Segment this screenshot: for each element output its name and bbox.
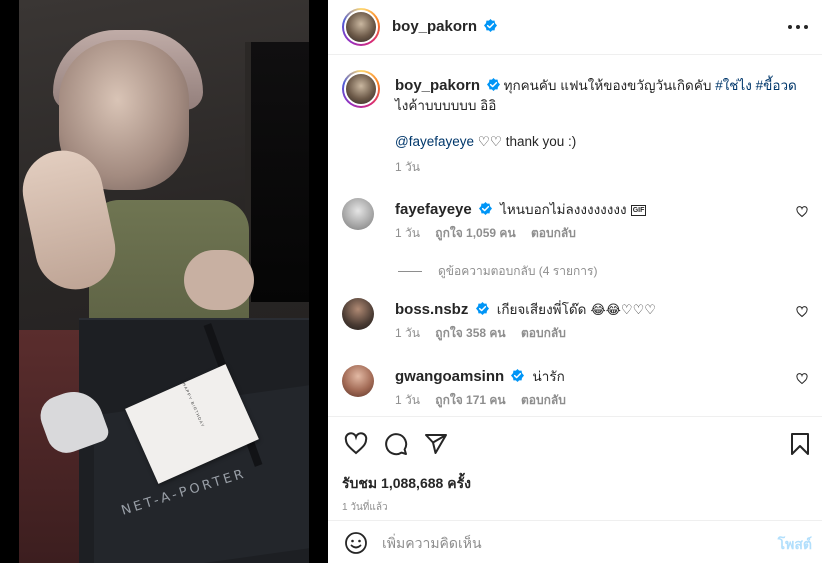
caption-mention-line: @fayefayeye ♡♡ thank you :): [395, 134, 576, 150]
verified-icon: [475, 302, 489, 315]
view-count: รับชม 1,088,688 ครั้ง: [342, 475, 471, 491]
verified-icon: [478, 202, 492, 215]
reply-button[interactable]: ตอบกลับ: [531, 226, 576, 240]
reply-button[interactable]: ตอบกลับ: [521, 326, 566, 340]
comment-body: gwangoamsinn น่ารัก: [395, 365, 565, 387]
posted-time[interactable]: 1 วันที่แล้ว: [342, 500, 388, 515]
comment-text: น่ารัก: [532, 369, 565, 384]
post-panel: boy_pakorn boy_pakorn ทุกคนคับ แฟนให้ของ…: [328, 0, 822, 563]
share-icon[interactable]: [424, 432, 448, 456]
commenter-avatar[interactable]: [342, 365, 374, 397]
comment-time[interactable]: 1 วัน: [395, 393, 420, 407]
author-avatar[interactable]: [342, 8, 380, 46]
comment-icon[interactable]: [384, 432, 408, 456]
author-username-wrap[interactable]: boy_pakorn: [392, 18, 498, 36]
comment-item: boss.nsbz เกียจเสียงพี่โด๊ด 😂😂♡♡♡ 1 วัน …: [342, 298, 822, 358]
verified-icon: [511, 369, 525, 382]
heart-icon[interactable]: [344, 432, 368, 456]
author-username[interactable]: boy_pakorn: [392, 18, 477, 35]
comment-likes[interactable]: ถูกใจ 171 คน: [435, 393, 505, 407]
comment-body: boss.nsbz เกียจเสียงพี่โด๊ด 😂😂♡♡♡: [395, 298, 656, 320]
post-actions: รับชม 1,088,688 ครั้ง 1 วันที่แล้ว โพสต์: [328, 416, 822, 563]
commenter-username[interactable]: boss.nsbz: [395, 301, 468, 318]
more-icon[interactable]: [788, 17, 808, 37]
hashtag-link[interactable]: #ขี้อวด: [756, 78, 797, 93]
heart-icon[interactable]: [796, 206, 808, 218]
person-hand: [184, 250, 254, 310]
mention-link[interactable]: @fayefayeye: [395, 134, 474, 149]
verified-icon: [484, 19, 498, 32]
comment-meta: 1 วัน ถูกใจ 1,059 คน ตอบกลับ: [395, 224, 588, 243]
caption: boy_pakorn ทุกคนคับ แฟนให้ของขวัญวันเกิด…: [395, 76, 805, 116]
post-header: boy_pakorn: [328, 0, 822, 55]
comment-emoji: 😂😂♡♡♡: [590, 303, 656, 318]
caption-username[interactable]: boy_pakorn: [395, 77, 480, 94]
gif-sticker: GIF: [630, 205, 647, 216]
caption-time[interactable]: 1 วัน: [395, 158, 420, 177]
heart-icon[interactable]: [796, 373, 808, 385]
view-replies-label[interactable]: ดูข้อความตอบกลับ (4 รายการ): [438, 262, 597, 281]
caption-avatar[interactable]: [342, 70, 380, 108]
replies-divider: [398, 271, 422, 272]
car-window: [245, 42, 309, 302]
comment-body: fayefayeye ไหนบอกไม่ลงงงงงงงง GIF: [395, 198, 647, 220]
bookmark-icon[interactable]: [788, 432, 812, 456]
verified-icon: [486, 78, 500, 91]
commenter-username[interactable]: gwangoamsinn: [395, 368, 504, 385]
comment-item: fayefayeye ไหนบอกไม่ลงงงงงงงง GIF 1 วัน …: [342, 198, 822, 258]
comment-meta: 1 วัน ถูกใจ 358 คน ตอบกลับ: [395, 324, 578, 343]
comment-likes[interactable]: ถูกใจ 1,059 คน: [435, 226, 515, 240]
view-replies-button[interactable]: ดูข้อความตอบกลับ (4 รายการ): [398, 262, 597, 281]
comment-text: ไหนบอกไม่ลงงงงงงงง: [500, 202, 627, 217]
heart-icon[interactable]: [796, 306, 808, 318]
card-text: HAPPY BIRTHDAY: [181, 382, 206, 429]
commenter-avatar[interactable]: [342, 198, 374, 230]
comment-likes[interactable]: ถูกใจ 358 คน: [435, 326, 505, 340]
video-frame[interactable]: HAPPY BIRTHDAY NET-A-PORTER: [19, 0, 309, 563]
comment-time[interactable]: 1 วัน: [395, 326, 420, 340]
comment-time[interactable]: 1 วัน: [395, 226, 420, 240]
comment-input[interactable]: [382, 531, 742, 555]
comment-meta: 1 วัน ถูกใจ 171 คน ตอบกลับ: [395, 391, 578, 410]
caption-tail: ไงค้าบบบบบบ อิอิ: [395, 98, 497, 113]
emoji-icon[interactable]: [344, 531, 368, 555]
reply-button[interactable]: ตอบกลับ: [521, 393, 566, 407]
add-comment-bar: โพสต์: [328, 520, 822, 563]
mention-suffix: ♡♡ thank you :): [477, 134, 577, 149]
commenter-username[interactable]: fayefayeye: [395, 201, 472, 218]
commenter-avatar[interactable]: [342, 298, 374, 330]
post-comment-button[interactable]: โพสต์: [778, 534, 812, 556]
post-media[interactable]: HAPPY BIRTHDAY NET-A-PORTER: [0, 0, 328, 563]
hashtag-link[interactable]: #ใช่ไง: [715, 78, 752, 93]
comment-text: เกียจเสียงพี่โด๊ด: [496, 302, 587, 317]
caption-text: ทุกคนคับ แฟนให้ของขวัญวันเกิดคับ: [503, 78, 716, 93]
